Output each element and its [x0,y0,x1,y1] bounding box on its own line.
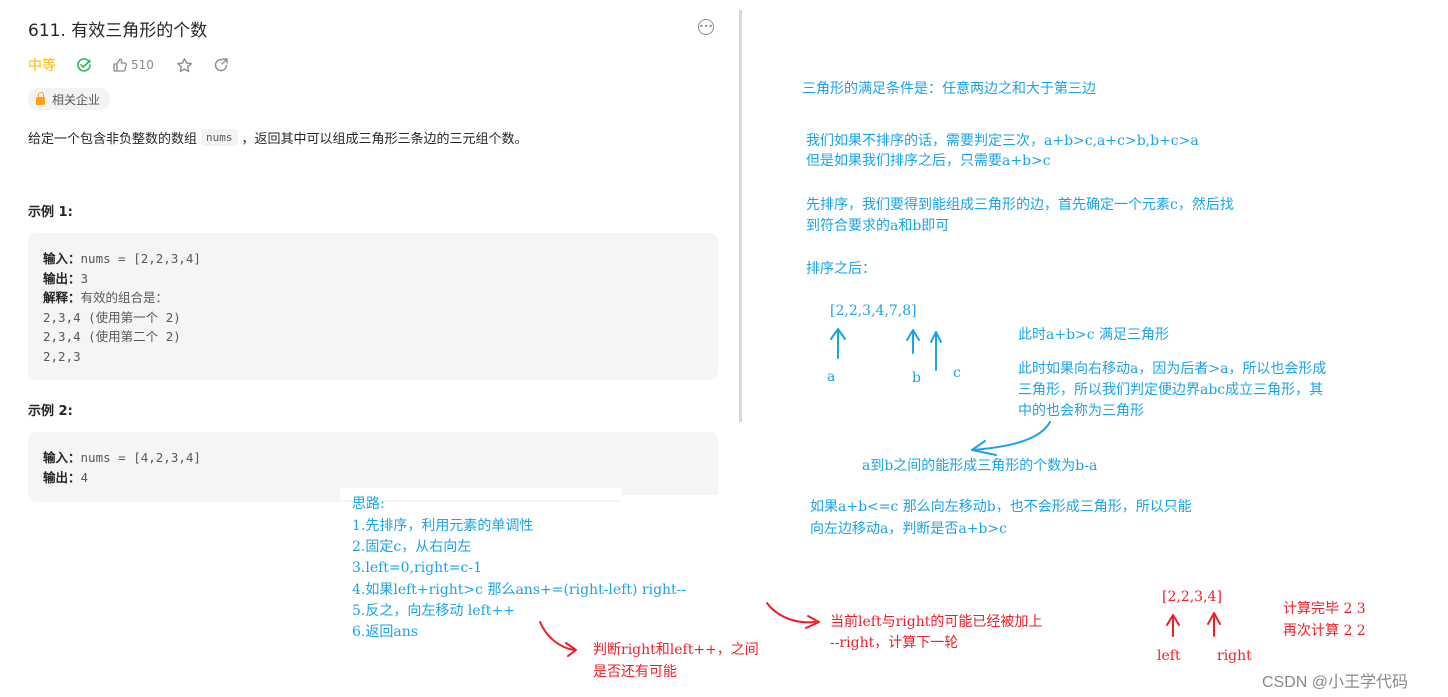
like-count: 510 [131,58,154,72]
example-1-explain-line: 2,3,4 (使用第一个 2) [43,309,181,325]
thumbs-up-icon [113,58,127,72]
example-1-heading: 示例 1: [28,205,73,220]
example-2-heading: 示例 2: [28,404,73,419]
csdn-watermark: CSDN @小王学代码 [1262,674,1409,691]
example-1-box: 输入：nums = [2,2,3,4] 输出：3 解释：有效的组合是： 2,3,… [28,233,718,380]
pointer-c-label: c [953,365,961,381]
satisfied-note: 此时a+b>c 满足三角形 [1018,327,1170,343]
inline-code-nums: nums [201,129,238,146]
red-note-left-line-1: 判断right和left++，之间 [593,642,759,658]
approach-step: 1.先排序，利用元素的单调性 [352,518,534,534]
example-2-input: 输入：nums = [4,2,3,4] [43,450,201,465]
unsorted-note-line-2: 但是如果我们排序之后，只需要a+b>c [806,153,1051,169]
curved-arrow-icon [971,421,1051,456]
example-1-explanation: 解释：有效的组合是： [43,290,169,305]
move-note-line-3: 中的也会称为三角形 [1018,403,1144,419]
sort-note-line-1: 先排序，我们要得到能组成三角形的边，首先确定一个元素c，然后找 [806,197,1234,213]
else-note-line-2: 向左边移动a，判断是否a+b>c [810,521,1007,537]
related-companies-tag[interactable]: 相关企业 [28,88,111,110]
red-array-example: [2,2,3,4] [1162,589,1222,605]
red-note-right-line-1: 当前left与right的可能已经被加上 [830,614,1043,630]
difficulty-badge: 中等 [28,58,56,74]
approach-step: 4.如果left+right>c 那么ans+=(right-left) rig… [352,582,687,598]
arrow-up-icon-a [830,328,846,359]
arrow-up-icon-c [930,331,942,371]
problem-panel: 611. 有效三角形的个数 ••• 中等 510 相关企业 给定一个包含非负整数… [0,0,740,502]
pointer-a-label: a [827,369,836,385]
like-button[interactable]: 510 [112,57,154,73]
example-1-output: 输出：3 [43,270,89,286]
star-icon[interactable] [176,57,193,74]
approach-step: 2.固定c，从右向左 [352,539,472,555]
panel-divider[interactable] [739,10,742,422]
curved-arrow-icon [766,602,820,629]
problem-meta-row: 中等 510 [28,55,249,75]
arrow-up-icon-left [1166,614,1180,637]
calc-done-note: 计算完毕 2 3 [1283,601,1366,617]
approach-step: 6.返回ans [352,624,418,640]
count-rule-note: a到b之间的能形成三角形的个数为b-a [862,458,1098,474]
description-text: 给定一个包含非负整数的数组 [28,132,198,147]
else-note-line-1: 如果a+b<=c 那么向左移动b，也不会形成三角形，所以只能 [810,499,1192,515]
example-1-explain-line: 2,3,4 (使用第二个 2) [43,329,181,344]
pointer-b-label: b [912,370,921,386]
paste-overlay [620,495,720,505]
red-note-left-line-2: 是否还有可能 [593,664,677,680]
approach-step: 3.left=0,right=c-1 [352,560,482,576]
pointer-right-label: right [1217,648,1252,664]
triangle-condition-note: 三角形的满足条件是：任意两边之和大于第三边 [802,81,1096,97]
pointer-left-label: left [1157,648,1181,664]
related-companies-label: 相关企业 [52,92,101,107]
problem-title: 611. 有效三角形的个数 [28,21,208,41]
approach-heading: 思路: [352,496,385,512]
share-icon[interactable] [213,57,229,73]
sorted-array-example: [2,2,3,4,7,8] [830,303,917,319]
calc-again-note: 再次计算 2 2 [1283,623,1366,639]
after-sort-heading: 排序之后： [806,261,876,277]
arrow-up-icon-right [1207,612,1221,637]
example-1-input: 输入：nums = [2,2,3,4] [43,251,201,266]
unsorted-note-line-1: 我们如果不排序的话，需要判定三次，a+b>c,a+c>b,b+c>a [806,133,1199,149]
problem-description: 给定一个包含非负整数的数组 nums ，返回其中可以组成三角形三条边的三元组个数… [28,128,528,147]
red-note-right-line-2: --right，计算下一轮 [830,635,959,651]
example-1-explain-line: 2,2,3 [43,348,81,364]
lock-icon [36,91,45,105]
arrow-up-icon-b [906,329,920,354]
example-2-output: 输出：4 [43,469,89,485]
description-text: ，返回其中可以组成三角形三条边的三元组个数。 [241,132,528,147]
approach-step: 5.反之，向左移动 left++ [352,603,515,619]
more-options-icon[interactable]: ••• [698,19,714,35]
sort-note-line-2: 到符合要求的a和b即可 [806,218,950,234]
move-note-line-2: 三角形，所以我们判定便边界abc成立三角形，其 [1018,382,1324,398]
curved-arrow-icon [539,621,577,657]
move-note-line-1: 此时如果向右移动a，因为后者>a，所以也会形成 [1018,361,1327,377]
check-circle-icon[interactable] [76,57,92,73]
